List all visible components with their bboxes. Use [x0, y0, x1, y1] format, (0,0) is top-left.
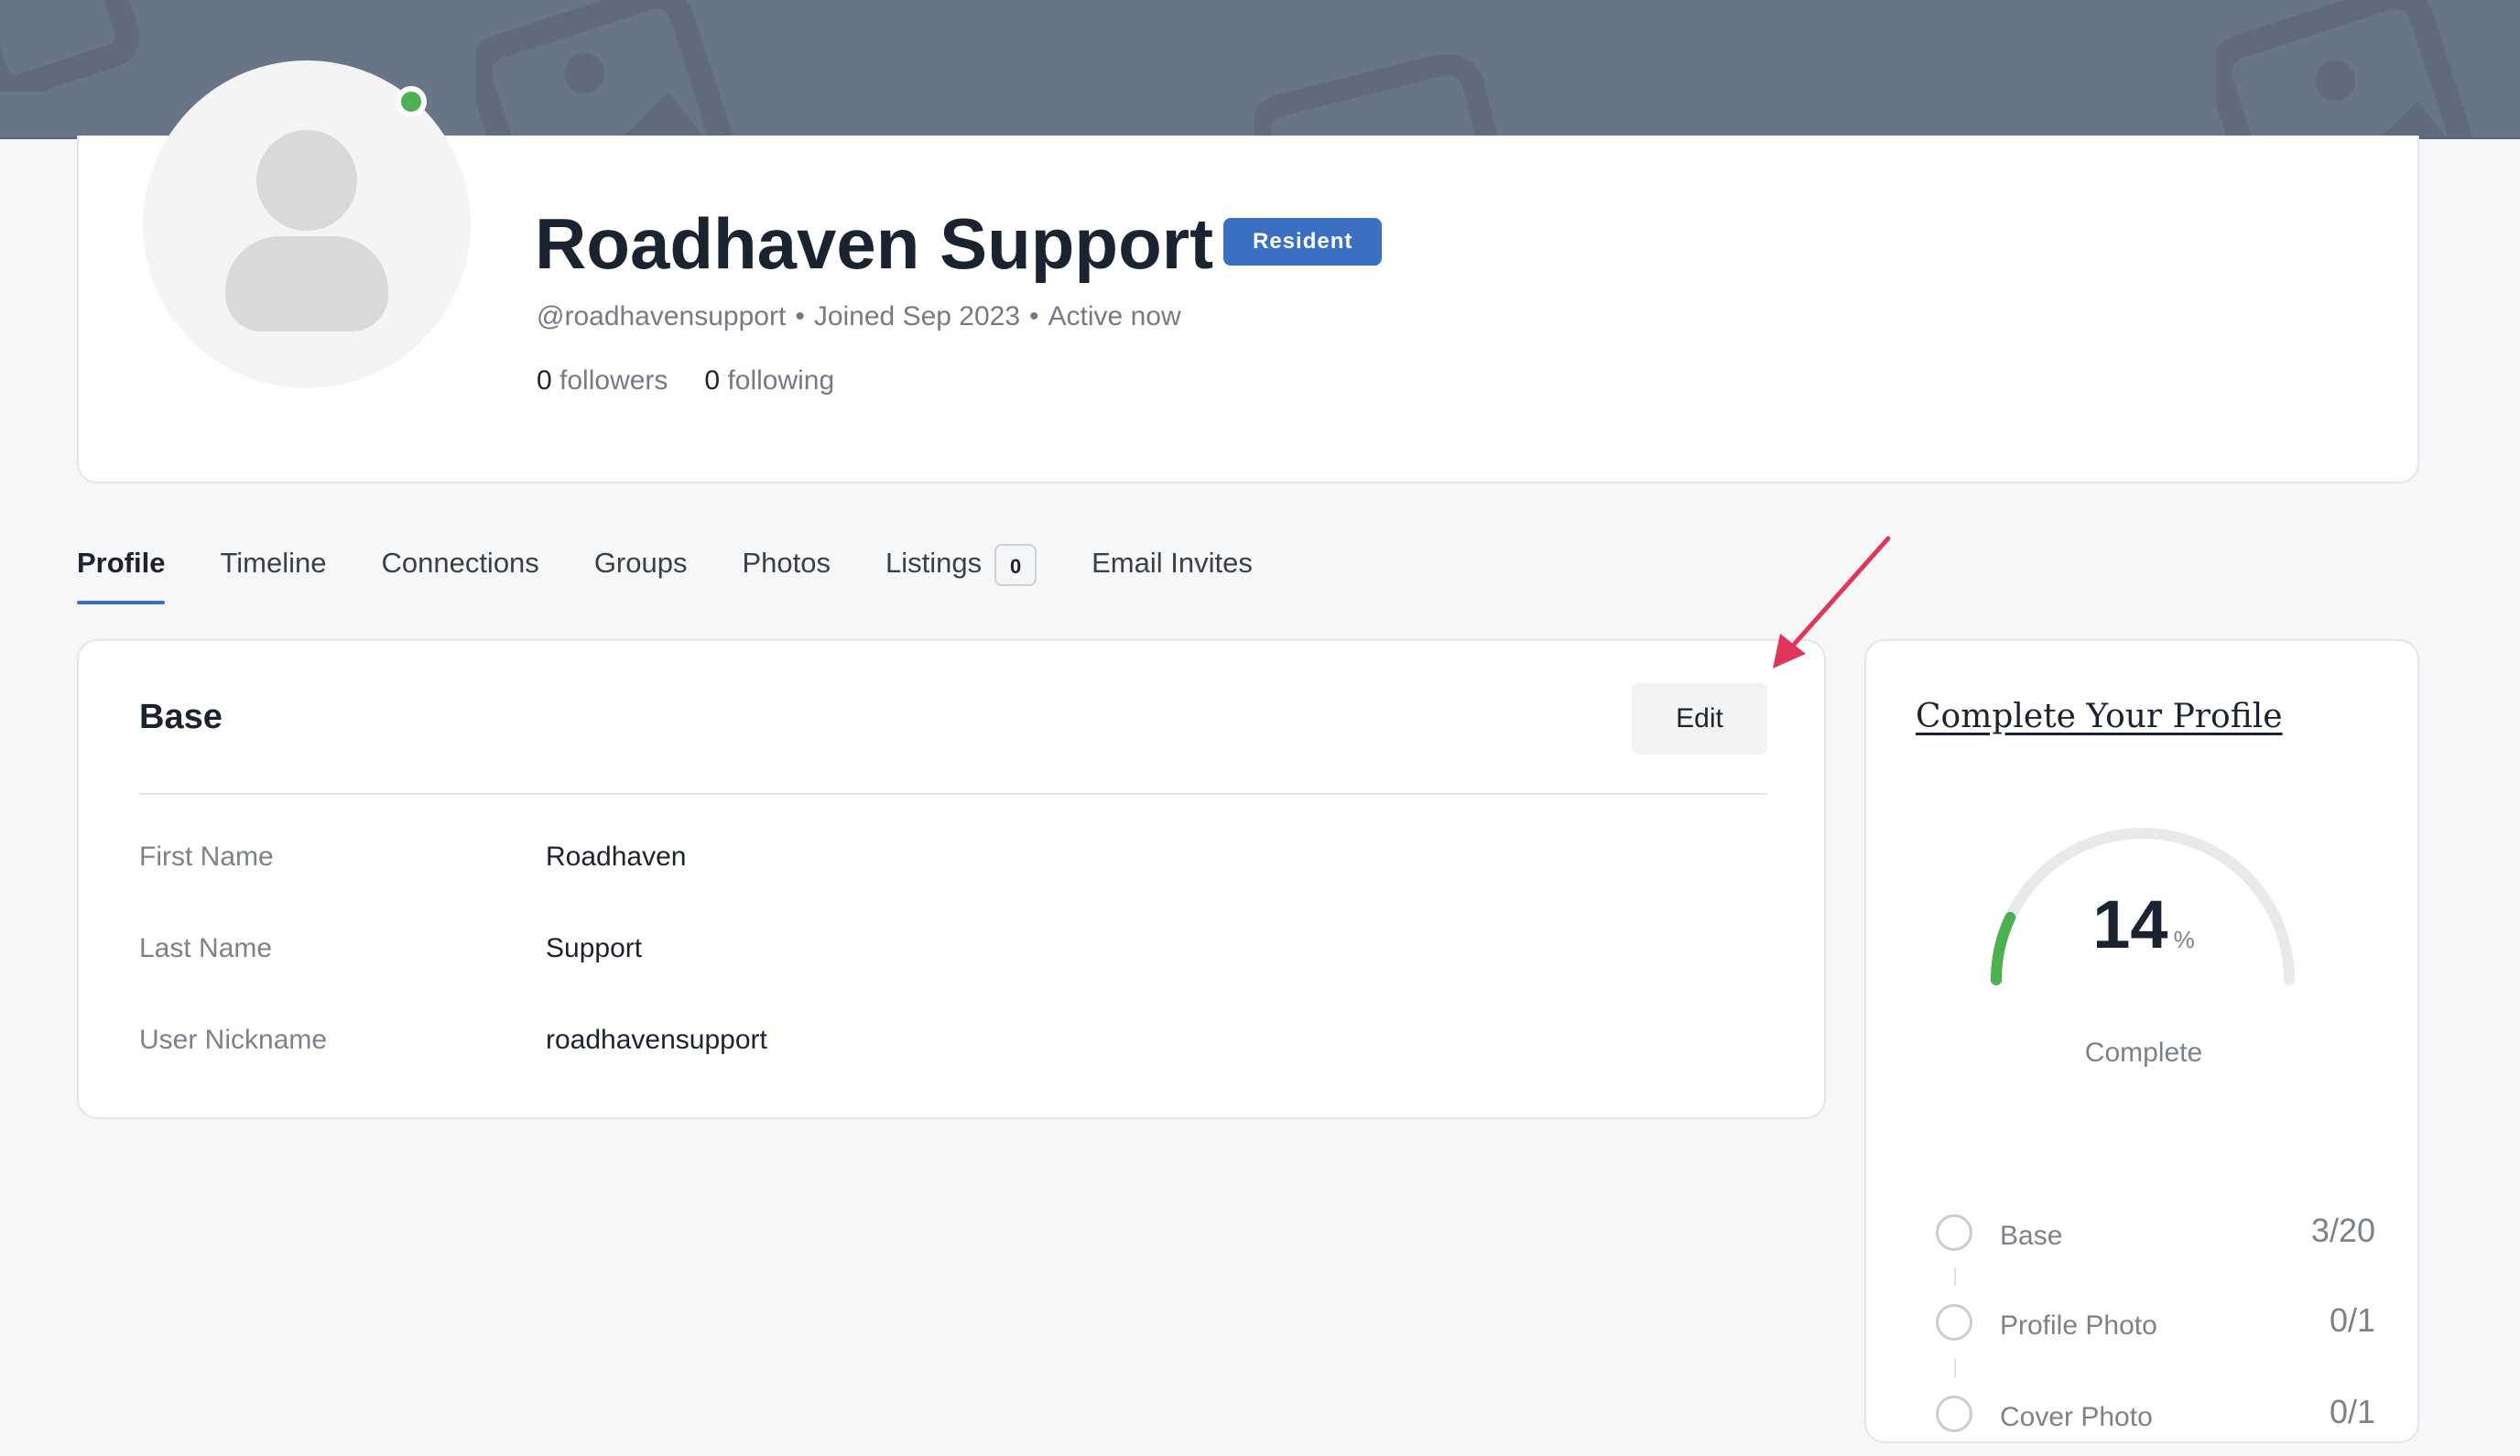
- field-value: roadhavensupport: [546, 1025, 767, 1055]
- role-badge: Resident: [1223, 218, 1383, 266]
- field-row-nickname: User Nickname roadhavensupport: [139, 1020, 1767, 1060]
- field-label: First Name: [139, 842, 274, 872]
- tab-connections[interactable]: Connections: [381, 540, 538, 604]
- percent-value: 14: [2092, 886, 2168, 962]
- field-row-first-name: First Name Roadhaven: [139, 837, 1767, 877]
- listings-count-badge: 0: [994, 543, 1037, 586]
- online-status-indicator: [396, 86, 427, 117]
- profile-meta: @roadhavensupport • Joined Sep 2023 • Active…: [537, 299, 1181, 335]
- step-label: Base: [2000, 1221, 2063, 1251]
- following-count: 0: [704, 365, 721, 396]
- complete-profile-link[interactable]: Complete Your Profile: [1916, 694, 2283, 740]
- following-label: following: [727, 365, 835, 396]
- tab-email-invites[interactable]: Email Invites: [1092, 540, 1253, 604]
- field-row-last-name: Last Name Support: [139, 929, 1767, 969]
- field-value: Roadhaven: [546, 842, 687, 872]
- edit-button[interactable]: Edit: [1632, 683, 1767, 755]
- meta-separator: •: [1029, 301, 1039, 331]
- profile-joined: Joined Sep 2023: [813, 301, 1021, 331]
- step-connector: [1954, 1359, 1956, 1377]
- divider: [139, 793, 1767, 795]
- step-count: 3/20: [2310, 1212, 2375, 1249]
- profile-tabs: Profile Timeline Connections Groups Photos Li…: [77, 540, 1308, 604]
- profile-name: Roadhaven Support: [535, 203, 1214, 284]
- tab-timeline[interactable]: Timeline: [220, 540, 326, 604]
- avatar-placeholder-head: [256, 130, 357, 231]
- followers-count: 0: [537, 365, 552, 396]
- step-base[interactable]: Base 3/20: [1936, 1205, 2375, 1260]
- following-link[interactable]: 0 following: [704, 365, 834, 396]
- step-count: 0/1: [2329, 1393, 2375, 1430]
- profile-handle: @roadhavensupport: [537, 301, 787, 331]
- profile-completion-card: Complete Your Profile 14% Complete Base …: [1864, 639, 2419, 1443]
- profile-activity: Active now: [1048, 301, 1181, 331]
- followers-label: followers: [559, 365, 668, 396]
- image-placeholder-icon: [0, 0, 140, 92]
- tab-groups[interactable]: Groups: [594, 540, 688, 604]
- tab-photos[interactable]: Photos: [742, 540, 831, 604]
- avatar-placeholder-body: [225, 236, 388, 331]
- field-value: Support: [546, 933, 643, 963]
- image-placeholder-icon: [2216, 0, 2471, 137]
- base-section-card: Base Edit First Name Roadhaven Last Name…: [77, 639, 1826, 1119]
- percent-unit: %: [2173, 926, 2195, 953]
- field-label: Last Name: [139, 933, 273, 963]
- followers-link[interactable]: 0 followers: [537, 365, 668, 396]
- profile-stats: 0 followers 0 following: [537, 363, 834, 399]
- step-label: Cover Photo: [2000, 1402, 2153, 1432]
- step-label: Profile Photo: [2000, 1310, 2157, 1341]
- image-placeholder-icon: [1255, 55, 1517, 137]
- step-status-circle-icon: [1936, 1304, 1972, 1341]
- field-label: User Nickname: [139, 1025, 328, 1055]
- tab-listings[interactable]: Listings 0: [885, 540, 1037, 604]
- step-cover-photo[interactable]: Cover Photo 0/1: [1936, 1386, 2375, 1441]
- meta-separator: •: [795, 301, 805, 331]
- completion-percentage: 14%: [1866, 888, 2421, 981]
- step-profile-photo[interactable]: Profile Photo 0/1: [1936, 1295, 2375, 1350]
- step-count: 0/1: [2329, 1301, 2375, 1339]
- step-status-circle-icon: [1936, 1214, 1972, 1251]
- step-status-circle-icon: [1936, 1396, 1972, 1432]
- tab-profile[interactable]: Profile: [77, 540, 166, 604]
- step-connector: [1954, 1267, 1956, 1286]
- image-placeholder-icon: [476, 0, 732, 137]
- section-title: Base: [139, 698, 223, 736]
- completion-label: Complete: [2084, 1038, 2203, 1068]
